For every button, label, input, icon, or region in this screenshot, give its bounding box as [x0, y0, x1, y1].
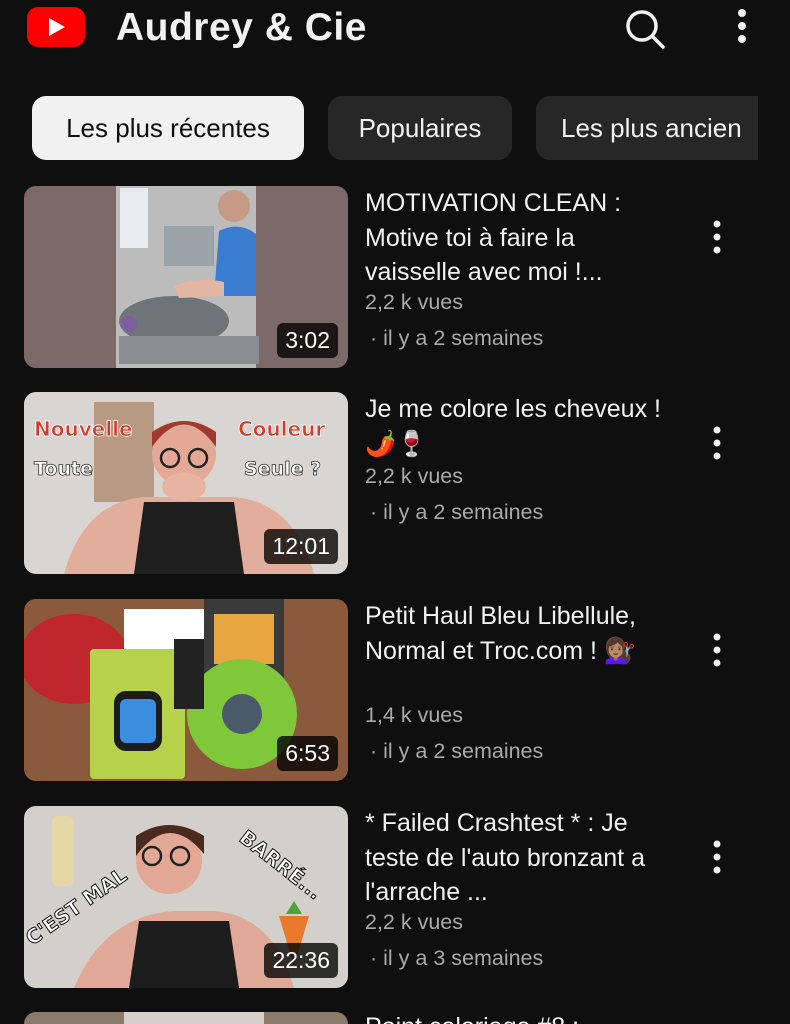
video-item[interactable]: Nouvelle Couleur Toute Seule ? 12:01 Je …	[0, 392, 790, 576]
chip-oldest[interactable]: Les plus ancien	[536, 96, 758, 160]
video-thumbnail[interactable]: Nouvelle Couleur Toute Seule ? 12:01	[24, 392, 348, 574]
video-more-icon[interactable]	[704, 838, 730, 878]
chip-popular[interactable]: Populaires	[328, 96, 512, 160]
video-thumbnail[interactable]: 6:53	[24, 599, 348, 781]
video-age: · il y a 2 semaines	[370, 739, 544, 763]
video-views: 2,2 k vues	[365, 464, 463, 488]
video-item[interactable]: 6:53 Petit Haul Bleu Libellule, Normal e…	[0, 599, 790, 783]
video-more-icon[interactable]	[704, 631, 730, 671]
video-age: · il y a 2 semaines	[370, 500, 544, 524]
thumb-text-seule: Seule ?	[244, 458, 321, 480]
more-vertical-icon[interactable]	[722, 6, 762, 50]
video-duration: 3:02	[277, 323, 338, 358]
channel-title: Audrey & Cie	[116, 6, 367, 49]
video-age: · il y a 3 semaines	[370, 946, 544, 970]
video-duration: 6:53	[277, 736, 338, 771]
youtube-logo-icon[interactable]	[27, 7, 85, 47]
video-views: 1,4 k vues	[365, 703, 463, 727]
video-item[interactable]: Point coloriage #8 :	[0, 1012, 790, 1024]
video-title[interactable]: Point coloriage #8 :	[365, 1012, 665, 1024]
video-title[interactable]: Petit Haul Bleu Libellule, Normal et Tro…	[365, 599, 665, 668]
video-duration: 22:36	[264, 943, 338, 978]
video-item[interactable]: C'EST MAL BARRÉ... 22:36 * Failed Crasht…	[0, 806, 790, 990]
top-app-bar: Audrey & Cie	[0, 0, 790, 70]
video-views: 2,2 k vues	[365, 910, 463, 934]
video-views: 2,2 k vues	[365, 290, 463, 314]
sort-chips: Les plus récentes Populaires Les plus an…	[0, 96, 758, 162]
video-title[interactable]: Je me colore les cheveux ! 🌶️🍷	[365, 392, 665, 461]
search-icon[interactable]	[622, 6, 666, 50]
video-thumbnail[interactable]	[24, 1012, 348, 1024]
video-thumbnail[interactable]: 3:02	[24, 186, 348, 368]
video-duration: 12:01	[264, 529, 338, 564]
thumb-text-nouvelle: Nouvelle	[34, 417, 133, 441]
video-title[interactable]: * Failed Crashtest * : Je teste de l'aut…	[365, 806, 665, 910]
video-thumbnail[interactable]: C'EST MAL BARRÉ... 22:36	[24, 806, 348, 988]
video-more-icon[interactable]	[704, 424, 730, 464]
video-item[interactable]: 3:02 MOTIVATION CLEAN : Motive toi à fai…	[0, 186, 790, 370]
video-age: · il y a 2 semaines	[370, 326, 544, 350]
chip-recent[interactable]: Les plus récentes	[32, 96, 304, 160]
video-more-icon[interactable]	[704, 218, 730, 258]
thumb-text-couleur: Couleur	[238, 417, 325, 441]
thumb-text-toute: Toute	[34, 458, 93, 480]
video-title[interactable]: MOTIVATION CLEAN : Motive toi à faire la…	[365, 186, 665, 290]
